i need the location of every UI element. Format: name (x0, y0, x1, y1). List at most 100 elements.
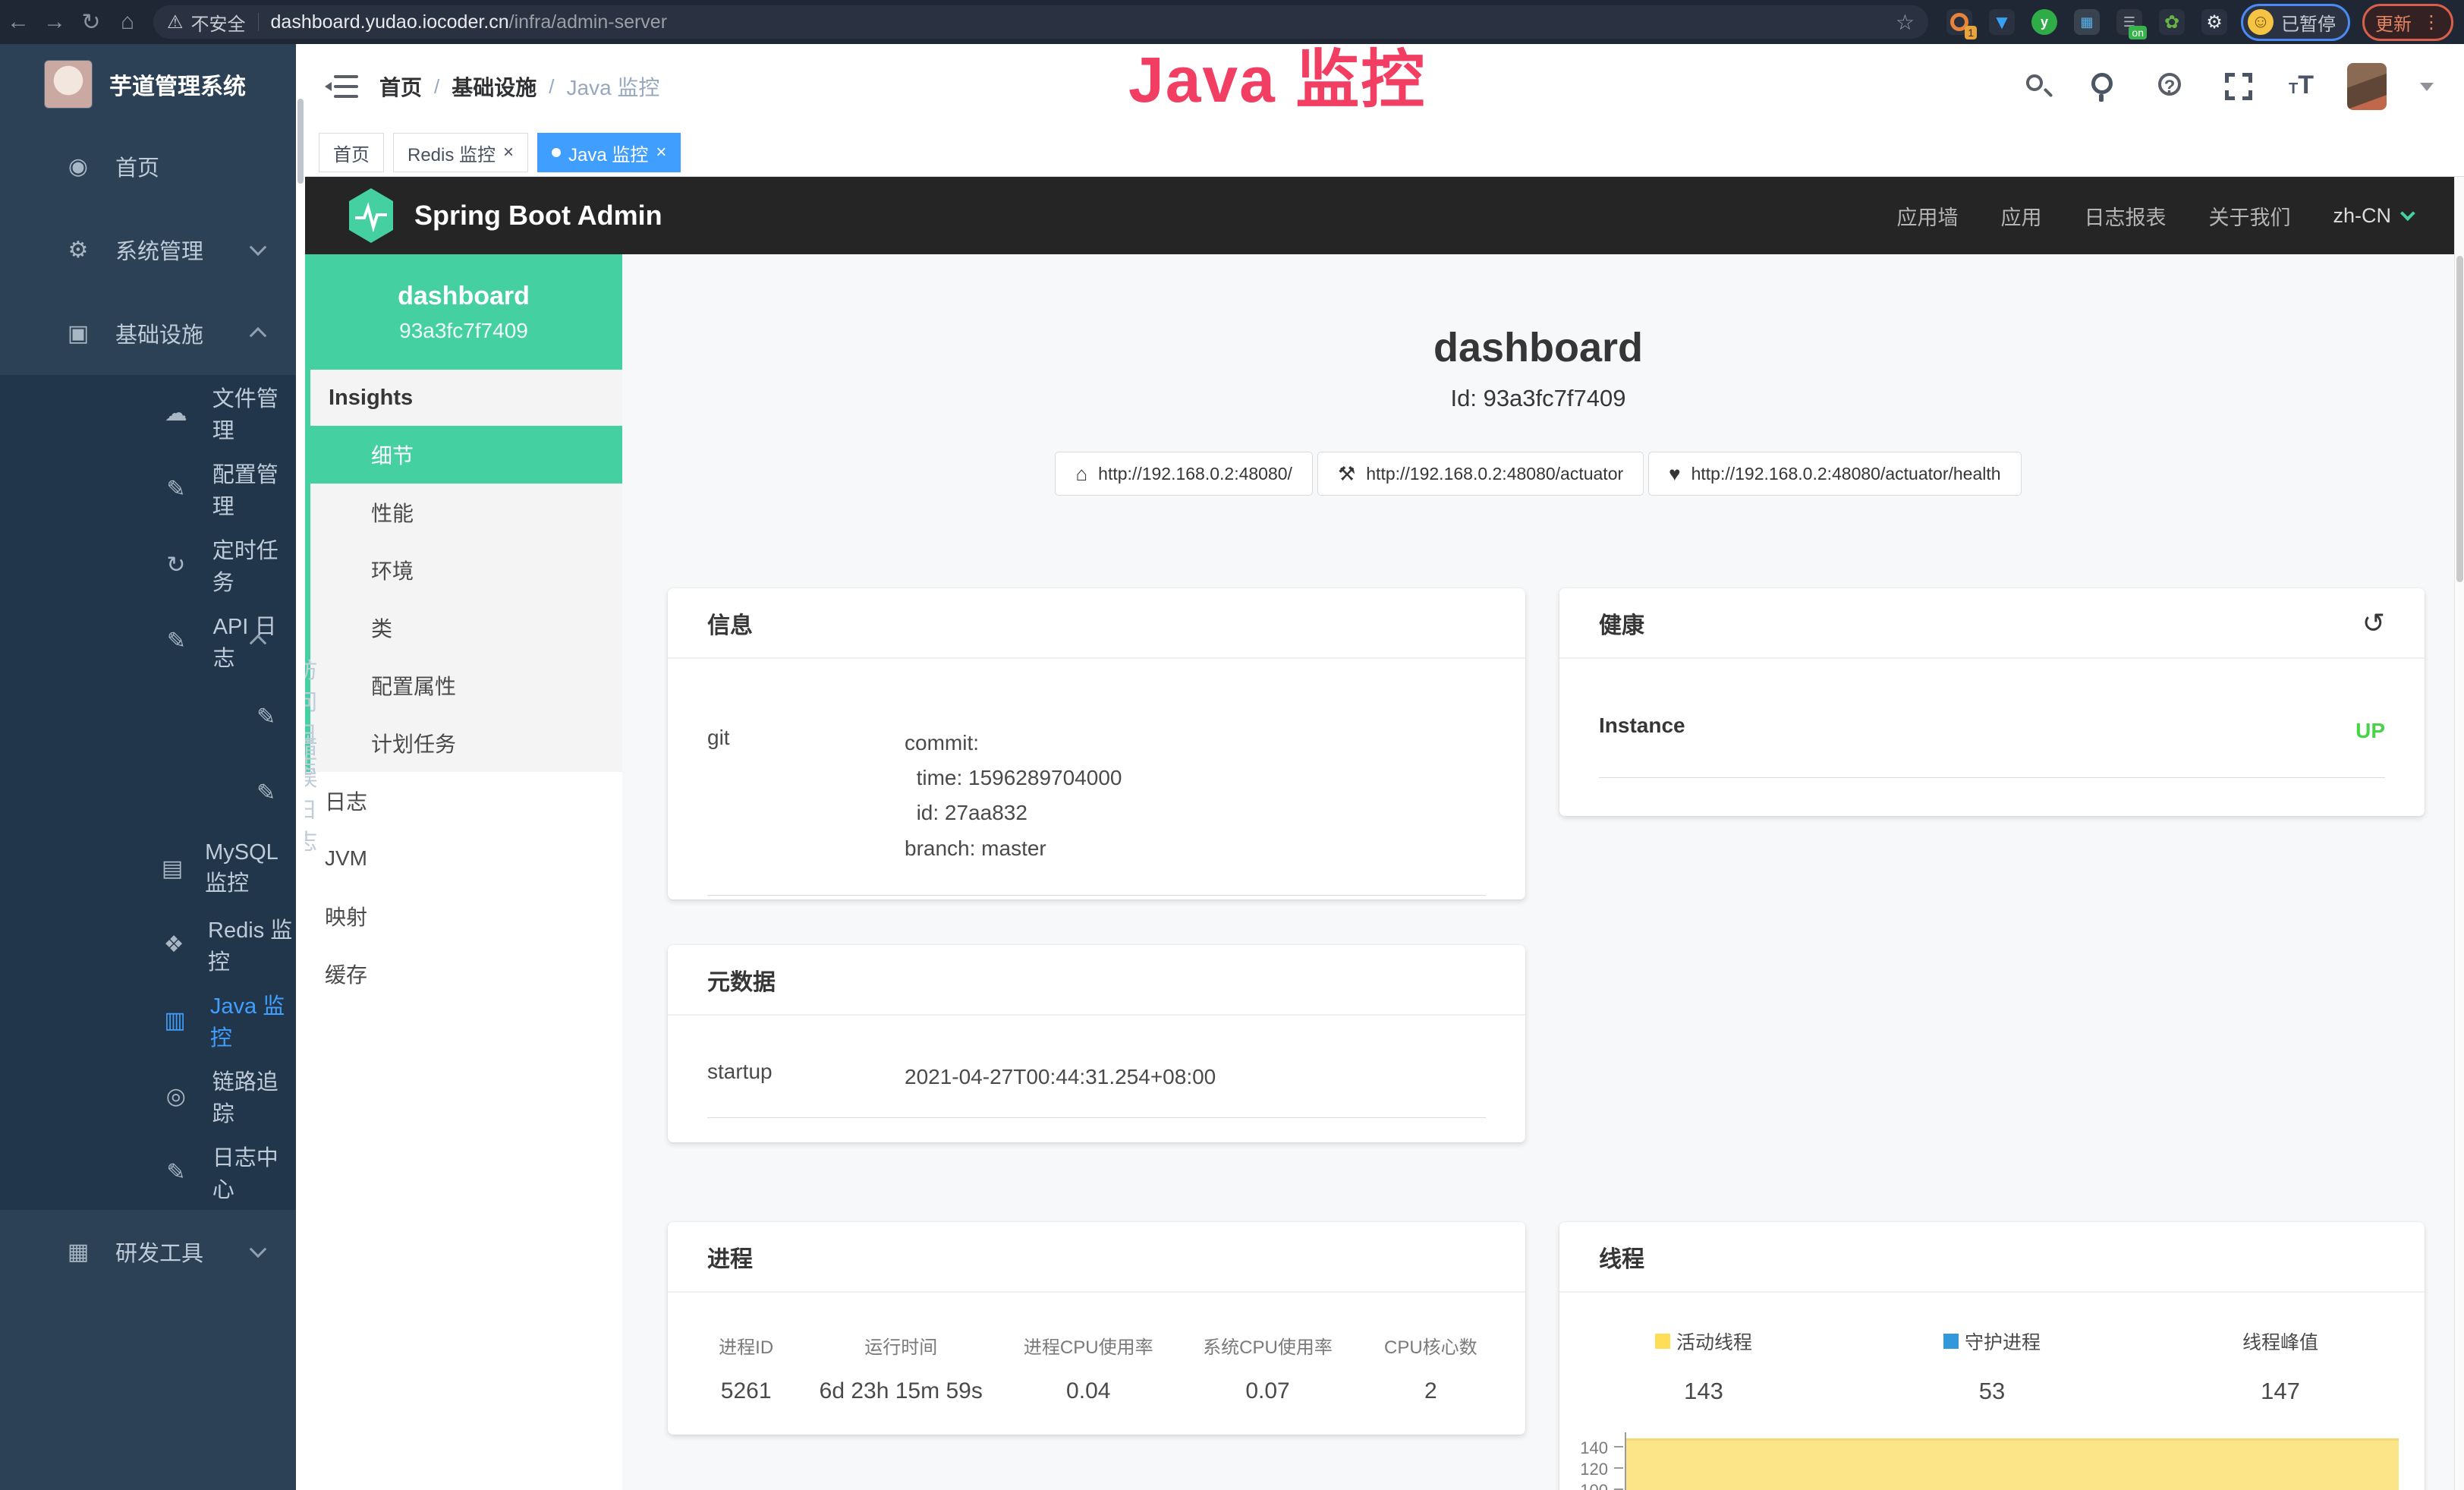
scrollbar-thumb[interactable] (297, 99, 304, 184)
sidebar-toggle-icon[interactable] (328, 74, 358, 99)
sba-nav-applications[interactable]: 应用 (2000, 201, 2041, 231)
sba-item-details[interactable]: 细节 (310, 426, 622, 484)
sidebar-item-label: MySQL 监控 (205, 840, 296, 897)
browser-update-button[interactable]: 更新 ⋮ (2362, 4, 2453, 41)
sidebar-item-label: Java 监控 (210, 988, 296, 1052)
help-icon[interactable]: ? (2155, 70, 2189, 103)
back-icon[interactable]: ← (0, 9, 36, 35)
instance-id-line: Id: 93a3fc7f7409 (622, 385, 2454, 412)
row-value: 2021-04-27T00:44:31.254+08:00 (905, 1060, 1216, 1095)
extension-icon[interactable]: y (2031, 9, 2057, 35)
sba-locale-select[interactable]: zh-CN (2333, 204, 2411, 228)
home-icon[interactable]: ⌂ (109, 9, 146, 35)
col-process-cpu: 进程CPU使用率 (999, 1332, 1178, 1378)
not-secure-icon: ⚠ (167, 11, 184, 33)
extension-icon[interactable]: ▦ (2074, 9, 2100, 35)
sidebar-item-error-log[interactable]: ✎ 错误日志 (0, 754, 296, 830)
sba-brand-title[interactable]: Spring Boot Admin (414, 200, 662, 232)
extension-icon[interactable]: 1 (1946, 9, 1972, 35)
sidebar-item-java-monitor[interactable]: ▥ Java 监控 (0, 982, 296, 1058)
java-monitor-icon: ▥ (159, 1007, 190, 1034)
history-icon[interactable]: ↺ (2362, 607, 2385, 639)
sidebar-item-scheduled-jobs[interactable]: ↻ 定时任务 (0, 527, 296, 603)
browser-profile-chip[interactable]: ☺ 已暂停 (2241, 4, 2350, 41)
user-avatar[interactable] (2347, 63, 2387, 110)
stat-daemon-threads: 守护进程 53 (1848, 1328, 2136, 1405)
chevron-up-icon (250, 327, 267, 345)
sba-nav-journal[interactable]: 日志报表 (2084, 201, 2166, 231)
service-url: http://192.168.0.2:48080/ (1098, 464, 1292, 484)
extension-icon[interactable]: ✿ (2159, 9, 2185, 35)
sidebar-item-config-manage[interactable]: ✎ 配置管理 (0, 451, 296, 527)
sba-item-jvm[interactable]: JVM (305, 830, 622, 887)
health-url-button[interactable]: ♥ http://192.168.0.2:48080/actuator/heal… (1648, 452, 2021, 496)
app-logo-row[interactable]: 芋道管理系统 (0, 44, 296, 124)
forward-icon[interactable]: → (36, 9, 73, 35)
actuator-url-button[interactable]: ⚒ http://192.168.0.2:48080/actuator (1317, 452, 1644, 496)
sidebar-item-file-manage[interactable]: ☁ 文件管理 (0, 375, 296, 451)
y-tick-140: 140 (1559, 1438, 1608, 1458)
instance-links: ⌂ http://192.168.0.2:48080/ ⚒ http://192… (622, 452, 2454, 496)
extension-icon[interactable]: ☰ on (2116, 9, 2142, 35)
fullscreen-icon[interactable] (2222, 70, 2255, 103)
scrollbar-thumb[interactable] (2456, 256, 2463, 582)
sidebar-item-home[interactable]: ◉ 首页 (0, 124, 296, 208)
tag-label: Java 监控 (568, 140, 648, 166)
extension-icon[interactable]: ▼ (1989, 9, 2015, 35)
iframe-scrollbar[interactable] (2454, 177, 2464, 1490)
sba-item-scheduled-tasks[interactable]: 计划任务 (310, 714, 622, 772)
close-icon[interactable]: × (656, 142, 666, 163)
log-icon: ✎ (256, 704, 275, 730)
val-pid: 5261 (689, 1378, 803, 1404)
log-icon: ✎ (159, 628, 194, 654)
url-path: /infra/admin-server (509, 11, 667, 33)
sidebar-item-dev-tools[interactable]: ▦ 研发工具 (0, 1210, 296, 1293)
spring-boot-admin-logo[interactable] (346, 187, 396, 244)
user-menu-caret-icon[interactable] (2420, 83, 2434, 91)
sidebar-item-redis-monitor[interactable]: ❖ Redis 监控 (0, 906, 296, 982)
database-icon: ▤ (159, 855, 185, 882)
locale-label: zh-CN (2333, 204, 2391, 228)
sba-nav-about[interactable]: 关于我们 (2208, 201, 2290, 231)
sba-item-classes[interactable]: 类 (310, 599, 622, 657)
instance-title: dashboard (622, 324, 2454, 371)
info-card: 信息 git commit: time: 1596289704000 id: 2… (668, 588, 1525, 899)
stat-live-threads: 活动线程 143 (1559, 1328, 1848, 1405)
breadcrumb-current: Java 监控 (567, 71, 660, 102)
sba-nav-wallboard[interactable]: 应用墙 (1896, 201, 1958, 231)
security-label: 不安全 (191, 9, 246, 36)
row-value: commit: time: 1596289704000 id: 27aa832 … (905, 726, 1122, 866)
tag-java-monitor[interactable]: Java 监控 × (537, 133, 681, 172)
close-icon[interactable]: × (503, 142, 514, 163)
reload-icon[interactable]: ↻ (73, 9, 109, 36)
search-icon[interactable] (2022, 70, 2055, 103)
extensions-puzzle-icon[interactable]: ⚙ (2201, 9, 2227, 35)
sba-item-mappings[interactable]: 映射 (305, 887, 622, 945)
tag-home[interactable]: 首页 (319, 133, 384, 172)
service-url-button[interactable]: ⌂ http://192.168.0.2:48080/ (1055, 452, 1313, 496)
github-icon[interactable] (2088, 70, 2122, 103)
breadcrumb-infra[interactable]: 基础设施 (452, 71, 537, 102)
sba-item-logs[interactable]: 日志 (305, 772, 622, 830)
sidebar-item-api-log[interactable]: ✎ API 日志 (0, 603, 296, 679)
font-size-icon[interactable]: TT (2289, 68, 2314, 106)
content-scrollbar[interactable] (296, 44, 305, 1490)
sidebar-item-access-log[interactable]: ✎ 访问日志 (0, 679, 296, 754)
sidebar-item-log-center[interactable]: ✎ 日志中心 (0, 1134, 296, 1210)
bookmark-star-icon[interactable]: ☆ (1896, 10, 1915, 35)
sba-item-caches[interactable]: 缓存 (305, 945, 622, 1003)
process-card: 进程 进程ID 运行时间 进程CPU使用率 系统CPU使用率 CPU核心数 52… (668, 1222, 1525, 1435)
sba-item-config-props[interactable]: 配置属性 (310, 657, 622, 714)
breadcrumb-home[interactable]: 首页 (379, 71, 422, 102)
profile-avatar: ☺ (2248, 9, 2274, 35)
sidebar-item-tracing[interactable]: ◎ 链路追踪 (0, 1058, 296, 1134)
sidebar-item-infra[interactable]: ▣ 基础设施 (0, 291, 296, 375)
sba-item-metrics[interactable]: 性能 (310, 484, 622, 541)
sba-item-environment[interactable]: 环境 (310, 541, 622, 599)
address-bar[interactable]: ⚠ 不安全 dashboard.yudao.iocoder.cn /infra/… (153, 5, 1928, 39)
sidebar-item-system[interactable]: ⚙ 系统管理 (0, 208, 296, 291)
tag-redis-monitor[interactable]: Redis 监控 × (393, 133, 528, 172)
browser-menu-icon[interactable]: ⋮ (2422, 11, 2440, 33)
sidebar-item-mysql-monitor[interactable]: ▤ MySQL 监控 (0, 830, 296, 906)
gear-icon: ⚙ (61, 237, 96, 263)
